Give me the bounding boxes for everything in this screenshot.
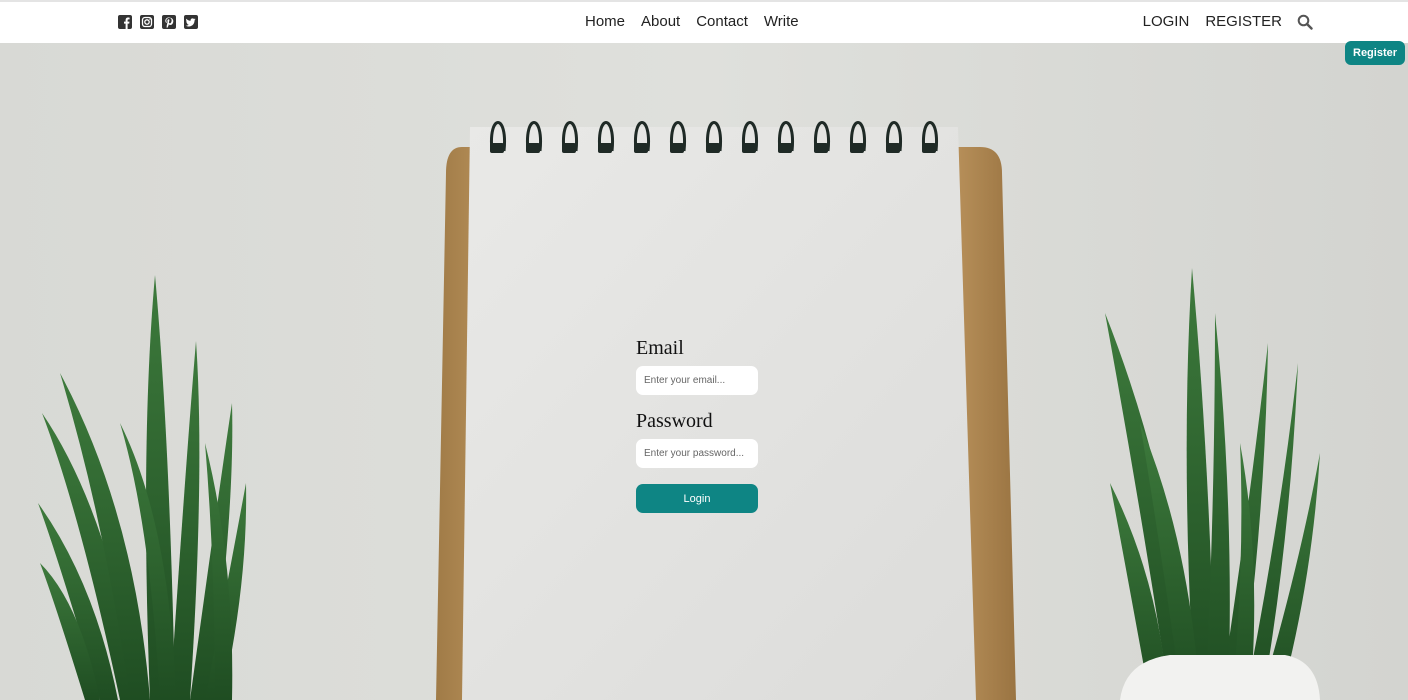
main-nav: Home About Contact Write bbox=[585, 13, 799, 30]
nav-write-link[interactable]: Write bbox=[764, 13, 799, 30]
nav-about-link[interactable]: About bbox=[641, 13, 680, 30]
twitter-square-icon[interactable] bbox=[183, 14, 199, 30]
email-input[interactable] bbox=[636, 366, 758, 395]
auth-links: LOGIN REGISTER bbox=[1143, 13, 1282, 30]
login-link[interactable]: LOGIN bbox=[1143, 13, 1190, 30]
password-label: Password bbox=[636, 410, 713, 432]
search-icon[interactable] bbox=[1297, 14, 1313, 30]
register-button[interactable]: Register bbox=[1345, 41, 1406, 65]
password-input[interactable] bbox=[636, 439, 758, 468]
register-link[interactable]: REGISTER bbox=[1205, 13, 1282, 30]
facebook-square-icon[interactable] bbox=[117, 14, 133, 30]
login-button[interactable]: Login bbox=[636, 484, 758, 513]
email-label: Email bbox=[636, 337, 684, 359]
instagram-icon[interactable] bbox=[139, 14, 155, 30]
top-navbar: Home About Contact Write LOGIN REGISTER bbox=[0, 0, 1408, 43]
nav-contact-link[interactable]: Contact bbox=[696, 13, 748, 30]
login-form: Email Password Login bbox=[636, 336, 760, 513]
pinterest-square-icon[interactable] bbox=[161, 14, 177, 30]
social-links bbox=[117, 14, 199, 30]
login-hero: Email Password Login bbox=[0, 43, 1408, 700]
nav-home-link[interactable]: Home bbox=[585, 13, 625, 30]
